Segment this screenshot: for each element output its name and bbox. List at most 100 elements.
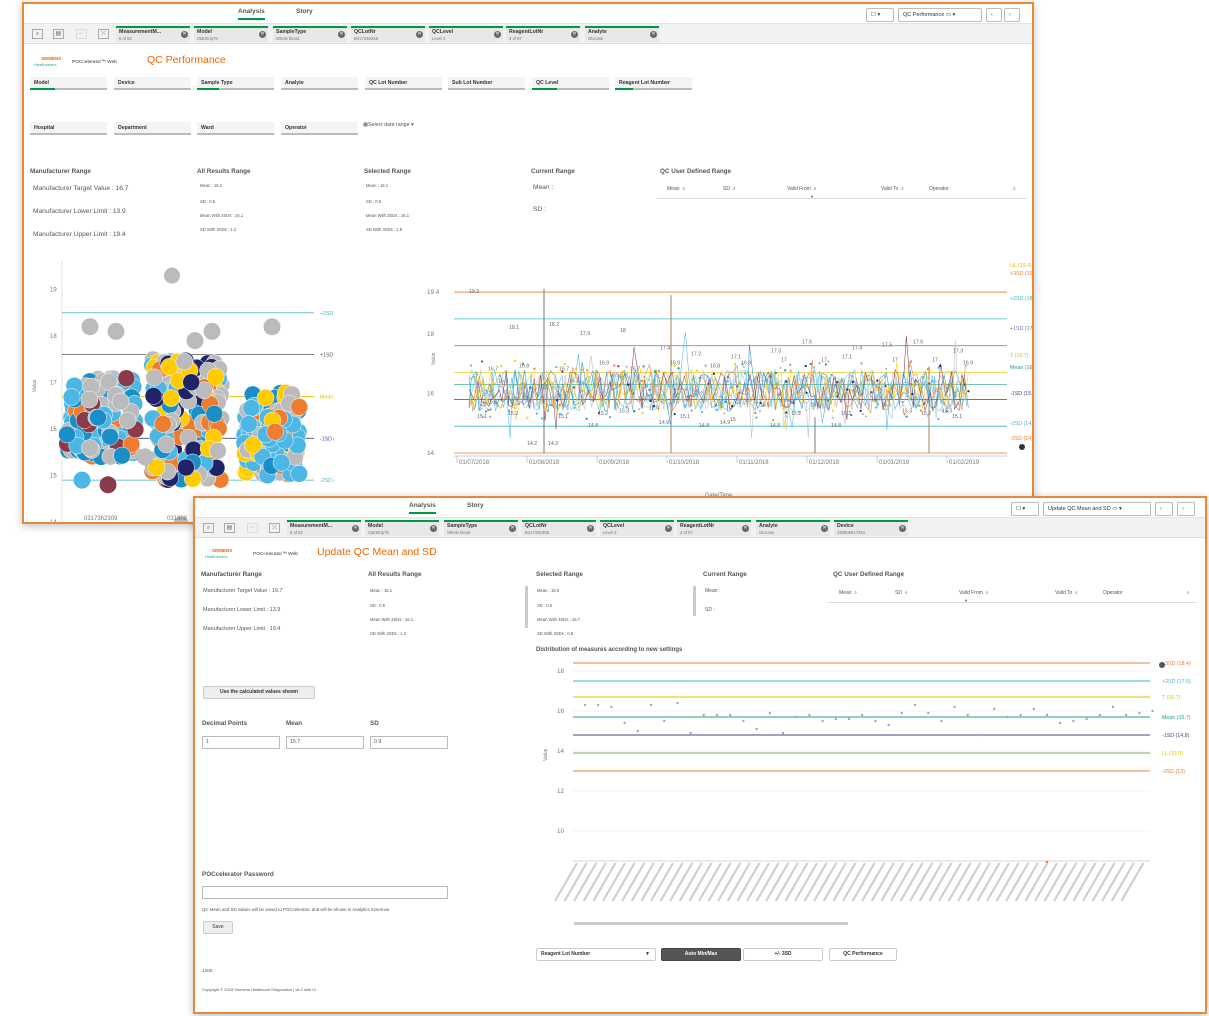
search-icon[interactable]: ⌕ (814, 186, 817, 192)
close-icon[interactable]: ✕ (338, 31, 345, 38)
selections-tool-icon[interactable]: ▤ (224, 523, 235, 533)
search-icon[interactable]: ⌕ (1075, 590, 1078, 596)
info-icon[interactable] (1159, 662, 1165, 668)
scroll-indicator[interactable] (693, 586, 696, 616)
sheet-selector[interactable]: Update QC Mean and SD ▭ ▾ (1043, 502, 1151, 516)
selection-chip-reagentlotnr[interactable]: ReagentLotNr 3 of 87 ✕ (677, 520, 751, 536)
filter-model[interactable]: Model (30, 77, 107, 90)
close-icon[interactable]: ✕ (899, 525, 906, 532)
data-point (1151, 709, 1154, 713)
tab-story[interactable]: Story (467, 502, 484, 509)
close-icon[interactable]: ✕ (650, 31, 657, 38)
password-input[interactable] (202, 886, 448, 899)
data-point (874, 719, 877, 723)
col-valid-from[interactable]: Valid From ⌕ (787, 186, 816, 192)
selection-chip-reagentlotnr[interactable]: ReagentLotNr 3 of 87 ✕ (506, 26, 580, 42)
close-icon[interactable]: ✕ (494, 31, 501, 38)
col-operator[interactable]: Operator (1103, 590, 1123, 596)
selection-chip-sampletype[interactable]: SampleType Whole blood ✕ (444, 520, 518, 536)
selection-chip-analyte[interactable]: Analyte Glucose ✕ (585, 26, 659, 42)
search-icon[interactable]: ⌕ (905, 590, 908, 596)
decimal-points-input[interactable]: 1 (202, 736, 280, 749)
close-icon[interactable]: ✕ (181, 31, 188, 38)
close-icon[interactable]: ✕ (665, 525, 672, 532)
selection-chip-qclevel[interactable]: QCLevel Level 3 ✕ (429, 26, 503, 42)
selection-chip-qclevel[interactable]: QCLevel Level 3 ✕ (600, 520, 674, 536)
close-icon[interactable]: ✕ (416, 31, 423, 38)
close-icon[interactable]: ✕ (587, 525, 594, 532)
back-icon[interactable]: ↩ (247, 523, 258, 533)
back-icon[interactable]: ↩ (76, 29, 87, 39)
prev-sheet-button[interactable]: ‹ (1155, 502, 1173, 516)
smart-search-icon[interactable]: ⌕ (203, 523, 214, 533)
filter-analyte[interactable]: Analyte (281, 77, 358, 90)
filter-sub-lot-number[interactable]: Sub Lot Number (448, 77, 525, 90)
col-valid-to[interactable]: Valid To ⌕ (1055, 590, 1078, 596)
save-button[interactable]: Save (203, 921, 233, 934)
selection-chip-analyte[interactable]: Analyte Glucose ✕ (756, 520, 830, 536)
next-sheet-button[interactable]: › (1177, 502, 1195, 516)
col-sd[interactable]: SD ⌕ (895, 590, 908, 596)
close-icon[interactable]: ✕ (430, 525, 437, 532)
use-calculated-values-button[interactable]: Use the calculated values shown (203, 686, 315, 699)
search-icon[interactable]: ⌕ (901, 186, 904, 192)
col-mean[interactable]: Mean ⌕ (839, 590, 857, 596)
filter-sample-type[interactable]: Sample Type (197, 77, 274, 90)
pm3sd-button[interactable]: +/- 3SD (743, 948, 823, 961)
filter-device[interactable]: Device (114, 77, 191, 90)
search-icon[interactable]: ⌕ (986, 590, 989, 596)
search-icon[interactable]: ⌕ (682, 186, 685, 192)
close-icon[interactable]: ✕ (742, 525, 749, 532)
prev-sheet-button[interactable]: ‹ (986, 8, 1002, 22)
filter-hospital[interactable]: Hospital (30, 122, 107, 135)
close-icon[interactable]: ✕ (571, 31, 578, 38)
close-icon[interactable]: ✕ (821, 525, 828, 532)
filter-department[interactable]: Department (114, 122, 191, 135)
col-valid-to[interactable]: Valid To ⌕ (881, 186, 904, 192)
col-mean[interactable]: Mean ⌕ (667, 186, 685, 192)
chart-scrollbar[interactable] (574, 922, 848, 925)
scroll-indicator[interactable] (525, 586, 528, 628)
filter-qc-level[interactable]: QC Level (532, 77, 609, 90)
tab-analysis[interactable]: Analysis (409, 502, 436, 514)
selection-chip-device[interactable]: Device 190806617334 ✕ (834, 520, 908, 536)
qc-performance-button[interactable]: QC Performance (829, 948, 897, 961)
search-icon[interactable]: ⌕ (733, 186, 736, 192)
selection-chip-measurementm[interactable]: MeasurementM... 8 of 82 ✕ (287, 520, 361, 536)
bookmark-button[interactable]: ☐ ▾ (866, 8, 894, 22)
selection-chip-model[interactable]: Model StatStrip78 ✕ (365, 520, 439, 536)
filter-operator[interactable]: Operator (281, 122, 358, 135)
selection-chip-measurementm[interactable]: MeasurementM... 8 of 82 ✕ (116, 26, 190, 42)
clear-all-icon[interactable]: ⤫ (269, 523, 280, 533)
smart-search-icon[interactable]: ⌕ (32, 29, 43, 39)
search-icon[interactable]: ⌕ (1013, 186, 1016, 192)
selection-chip-qclotnr[interactable]: QCLotNr B4173463S5 ✕ (351, 26, 425, 42)
reagent-lot-dropdown[interactable]: Reagent Lot Number ▼ (536, 948, 656, 961)
col-operator[interactable]: Operator (929, 186, 949, 192)
sd-input[interactable]: 0.9 (370, 736, 448, 749)
search-icon[interactable]: ⌕ (1187, 590, 1190, 596)
next-sheet-button[interactable]: › (1004, 8, 1020, 22)
mean-input[interactable]: 15.7 (286, 736, 364, 749)
bookmark-button[interactable]: ☐ ▾ (1011, 502, 1039, 516)
filter-qc-lot-number[interactable]: QC Lot Number (365, 77, 442, 90)
col-valid-from[interactable]: Valid From ⌕ (959, 590, 988, 596)
tab-analysis[interactable]: Analysis (238, 8, 265, 20)
selections-tool-icon[interactable]: ▤ (53, 29, 64, 39)
filter-reagent-lot-number[interactable]: Reagent Lot Number (615, 77, 692, 90)
tab-story[interactable]: Story (296, 8, 313, 15)
date-range-picker[interactable]: ▦Select date range ▾ (363, 122, 414, 128)
close-icon[interactable]: ✕ (509, 525, 516, 532)
search-icon[interactable]: ⌕ (854, 590, 857, 596)
selection-chip-sampletype[interactable]: SampleType Whole blood ✕ (273, 26, 347, 42)
col-sd[interactable]: SD ⌕ (723, 186, 736, 192)
filter-ward[interactable]: Ward (197, 122, 274, 135)
selection-chip-qclotnr[interactable]: QCLotNr B4173463S5 ✕ (522, 520, 596, 536)
clear-all-icon[interactable]: ⤫ (98, 29, 109, 39)
selection-chip-model[interactable]: Model StatStrip78 ✕ (194, 26, 268, 42)
info-icon[interactable] (1019, 444, 1025, 450)
close-icon[interactable]: ✕ (259, 31, 266, 38)
auto-minmax-button[interactable]: Auto Min/Max (661, 948, 741, 961)
close-icon[interactable]: ✕ (352, 525, 359, 532)
sheet-selector[interactable]: QC Performance ▭ ▾ (898, 8, 982, 22)
